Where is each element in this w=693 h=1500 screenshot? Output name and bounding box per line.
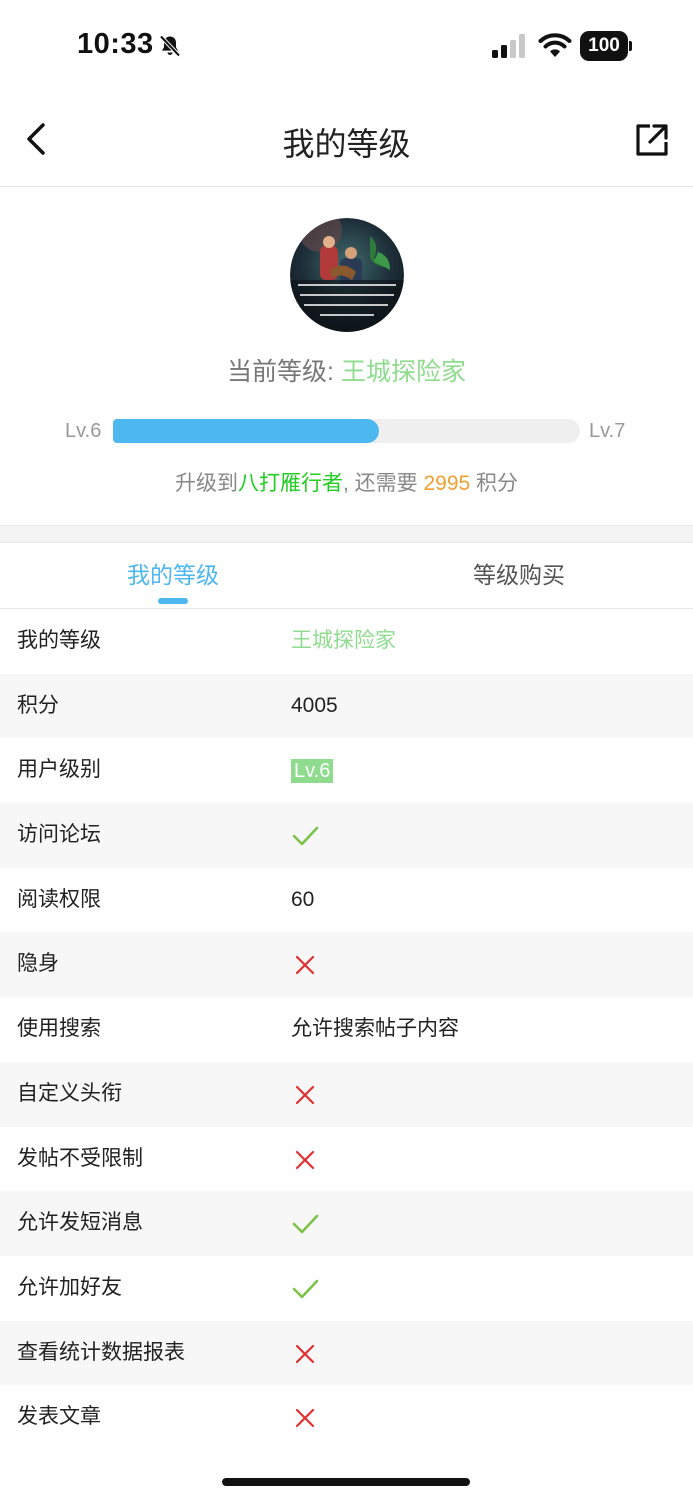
status-time: 10:33	[77, 28, 154, 60]
row-label: 阅读权限	[17, 887, 101, 911]
table-row: 隐身	[0, 932, 693, 998]
home-indicator	[222, 1478, 470, 1486]
upgrade-points: 2995	[423, 472, 471, 495]
section-divider	[0, 525, 693, 543]
avatar[interactable]	[290, 218, 404, 332]
cross-icon	[295, 1409, 315, 1428]
share-icon[interactable]	[634, 122, 670, 158]
table-row: 发帖不受限制	[0, 1127, 693, 1192]
upgrade-next-level: 八打雁行者	[237, 472, 343, 495]
row-label: 我的等级	[17, 629, 101, 652]
upgrade-mid-text: , 还需要	[342, 472, 424, 495]
battery-level: 100	[580, 31, 628, 61]
wifi-icon	[538, 33, 572, 57]
table-row: 我的等级 王城探险家	[0, 609, 693, 674]
table-row: 积分 4005	[0, 673, 693, 739]
row-label: 积分	[17, 693, 59, 717]
row-label: 发表文章	[17, 1405, 101, 1429]
row-label: 自定义头衔	[17, 1081, 122, 1105]
current-level-label: 当前等级:	[227, 358, 341, 386]
upgrade-prefix: 升级到	[174, 472, 238, 495]
check-icon	[292, 1279, 319, 1299]
cross-icon	[295, 956, 315, 975]
row-label: 允许加好友	[17, 1275, 122, 1299]
row-value: 允许搜索帖子内容	[291, 1017, 459, 1041]
row-value: Lv.6	[291, 738, 334, 802]
table-row: 用户级别 Lv.6	[0, 738, 693, 803]
cross-icon	[295, 1085, 315, 1104]
tab-level-purchase[interactable]: 等级购买	[346, 543, 692, 609]
table-row: 访问论坛	[0, 803, 693, 868]
row-label: 查看统计数据报表	[17, 1340, 185, 1364]
table-row: 查看统计数据报表	[0, 1320, 693, 1386]
level-privileges-table: 我的等级 王城探险家 积分 4005 用户级别 Lv.6 访问论坛 阅读权限 60 隐身 使用搜索允…	[0, 609, 693, 1450]
active-tab-indicator	[158, 598, 188, 604]
level-progress-fill	[113, 419, 380, 443]
row-label: 使用搜索	[17, 1017, 101, 1041]
table-row: 允许发短消息	[0, 1191, 693, 1256]
battery-icon: 100	[580, 31, 632, 61]
table-row: 自定义头衔	[0, 1061, 693, 1127]
row-label: 用户级别	[17, 758, 101, 782]
bell-muted-icon	[159, 35, 181, 57]
current-level-value: 王城探险家	[340, 358, 466, 386]
level-next-label: Lv.7	[589, 420, 626, 442]
check-icon	[292, 826, 319, 846]
level-progress-bar	[113, 419, 580, 443]
row-label: 允许发短消息	[17, 1211, 143, 1235]
check-icon	[292, 1214, 319, 1234]
cross-icon	[295, 1150, 315, 1169]
current-level: 当前等级: 王城探险家	[0, 352, 693, 388]
row-label: 发帖不受限制	[17, 1146, 143, 1170]
table-row: 使用搜索 允许搜索帖子内容	[0, 997, 693, 1062]
table-row: 发表文章	[0, 1385, 693, 1450]
level-current-label: Lv.6	[65, 420, 102, 442]
level-badge: Lv.6	[291, 758, 334, 783]
row-label: 访问论坛	[17, 823, 101, 847]
upgrade-hint: 升级到八打雁行者, 还需要 2995 积分	[0, 467, 693, 497]
table-row: 阅读权限 60	[0, 868, 693, 933]
row-value: 4005	[291, 693, 338, 717]
row-value: 60	[291, 887, 315, 911]
tab-bar: 我的等级 等级购买	[0, 543, 693, 609]
table-row: 允许加好友	[0, 1256, 693, 1321]
cellular-signal-icon	[492, 34, 525, 58]
status-bar: 10:33 100	[0, 0, 693, 95]
page-title: 我的等级	[282, 126, 411, 162]
cross-icon	[295, 1344, 315, 1363]
row-label: 隐身	[17, 952, 59, 976]
nav-bar: 我的等级	[0, 95, 693, 187]
row-value: 王城探险家	[291, 629, 396, 652]
upgrade-suffix: 积分	[470, 472, 519, 495]
